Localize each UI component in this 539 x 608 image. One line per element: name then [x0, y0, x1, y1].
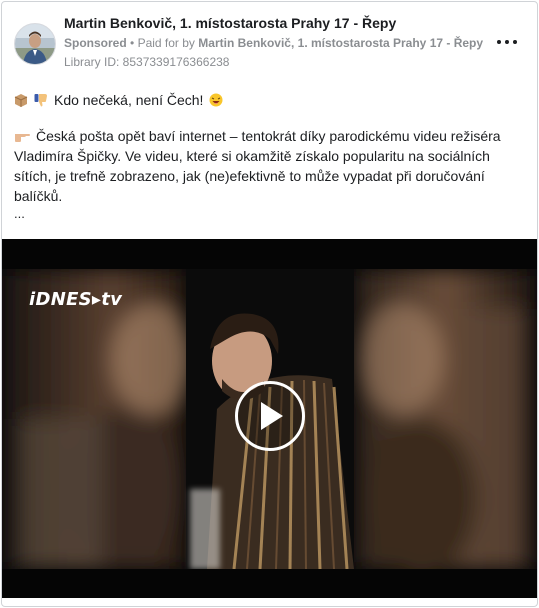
advertiser-name[interactable]: Martin Benkovič, 1. místostarosta Prahy …: [64, 15, 396, 31]
thumbs-down-icon: [34, 94, 47, 107]
video-player[interactable]: iDNES▸tv: [2, 239, 537, 598]
package-icon: [14, 94, 28, 107]
paid-for-prefix: Paid for by: [137, 36, 195, 50]
post-paragraph-block: Česká pošta opět baví internet – tentokr…: [14, 126, 526, 206]
library-id: Library ID: 8537339176366238: [64, 55, 230, 69]
sponsored-meta: Sponsored • Paid for by Martin Benkovič,…: [64, 36, 483, 50]
pointing-hand-icon: [15, 134, 30, 142]
see-more-ellipsis[interactable]: ...: [14, 206, 526, 222]
avatar[interactable]: [14, 23, 56, 65]
post-line1: Kdo nečeká, není Čech!: [54, 92, 204, 108]
post-line1-row: Kdo nečeká, není Čech!: [14, 90, 526, 110]
laughing-emoji-icon: [209, 93, 223, 107]
meta-separator: •: [130, 36, 138, 50]
post-text: Kdo nečeká, není Čech! Česká pošta opět …: [14, 90, 526, 222]
play-triangle: [261, 402, 283, 430]
post-paragraph: Česká pošta opět baví internet – tentokr…: [14, 128, 501, 204]
sponsored-label: Sponsored: [64, 36, 127, 50]
play-icon[interactable]: [235, 381, 305, 451]
paid-for-name[interactable]: Martin Benkovič, 1. místostarosta Prahy …: [198, 36, 483, 50]
ad-header: Martin Benkovič, 1. místostarosta Prahy …: [2, 2, 537, 82]
video-source-logo: iDNES▸tv: [29, 289, 123, 310]
ad-card: Martin Benkovič, 1. místostarosta Prahy …: [1, 1, 538, 607]
more-options-icon[interactable]: [497, 35, 517, 49]
